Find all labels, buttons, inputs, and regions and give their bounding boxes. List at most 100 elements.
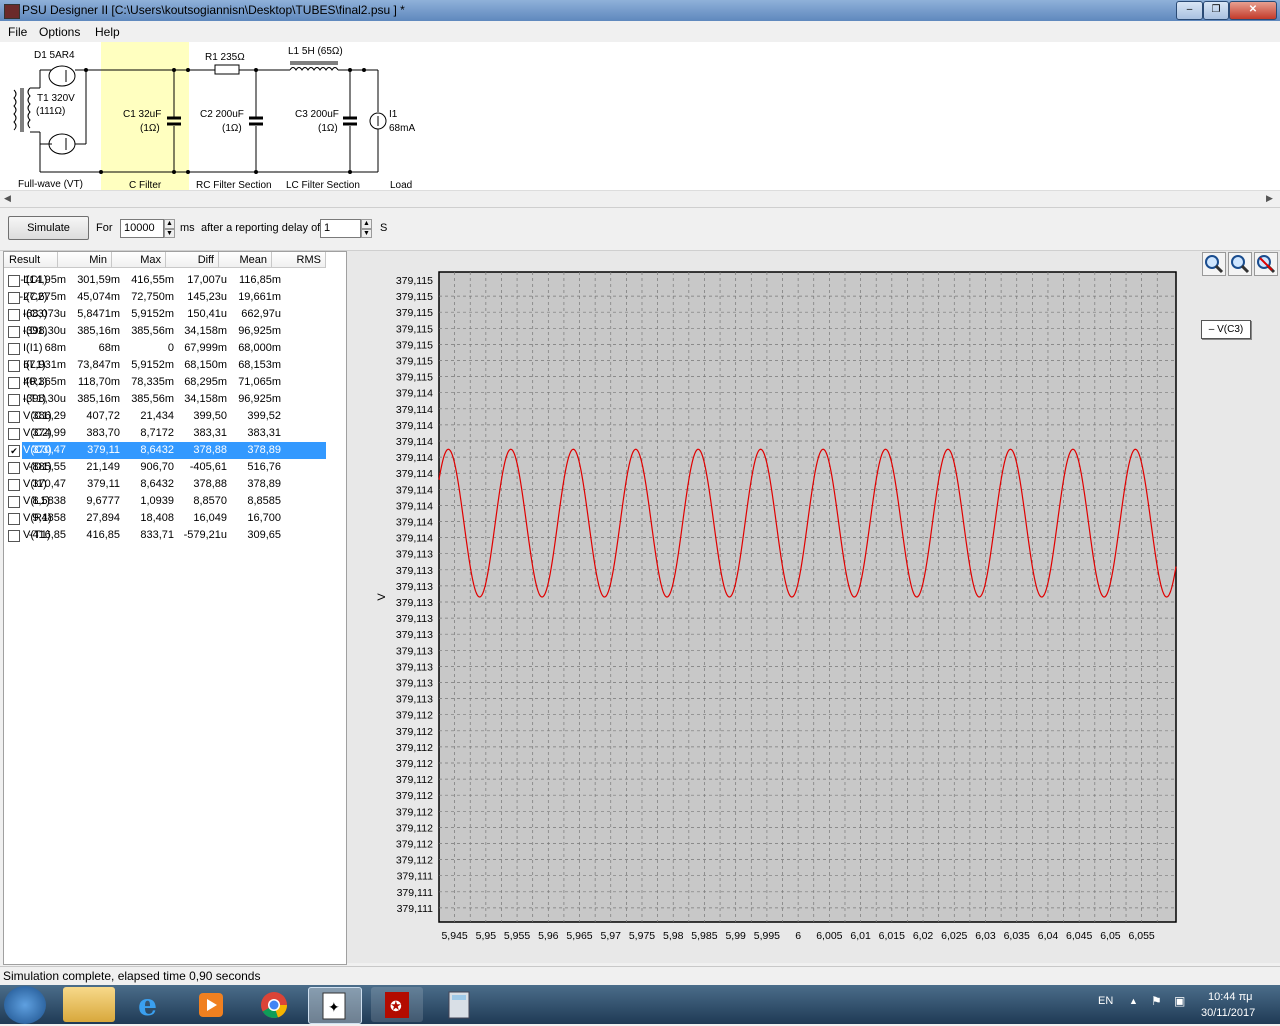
menu-options[interactable]: Options	[39, 25, 80, 39]
result-min: 68m	[44, 342, 66, 354]
y-tick-label: 379,114	[396, 517, 433, 529]
clock-time[interactable]: 10:44 πμ	[1208, 991, 1253, 1003]
t1-label[interactable]: T1 320V	[37, 93, 75, 104]
chart-legend[interactable]: – V(C3)	[1201, 320, 1251, 339]
r1-label[interactable]: R1 235Ω	[205, 52, 245, 63]
start-button[interactable]	[4, 986, 46, 1024]
duration-up-icon[interactable]: ▲	[164, 219, 175, 229]
result-diff: 21,434	[140, 410, 174, 422]
d1-label[interactable]: D1 5AR4	[34, 50, 75, 61]
table-row[interactable]: V(C2) 374,99 383,70 8,7172 383,31 383,31	[4, 425, 324, 442]
table-row[interactable]: I(C1) -114,95m 301,59m 416,55m 17,007u 116,85…	[4, 272, 324, 289]
row-checkbox[interactable]	[8, 513, 20, 525]
table-row[interactable]: V(R1) 9,4858 27,894 18,408 16,049 16,700	[4, 510, 324, 527]
row-checkbox[interactable]	[8, 343, 20, 355]
result-diff: 5,9152m	[131, 308, 174, 320]
calculator-taskbar-icon[interactable]	[433, 987, 485, 1022]
row-checkbox[interactable]	[8, 275, 20, 287]
table-row[interactable]: V(I1) 370,47 379,11 8,6432 378,88 378,89	[4, 476, 324, 493]
row-checkbox[interactable]: ✔	[8, 445, 20, 457]
c1-label[interactable]: C1 32uF	[123, 109, 161, 120]
internet-explorer-taskbar-icon[interactable]: e	[124, 987, 176, 1023]
app-icon[interactable]	[4, 4, 20, 19]
media-player-taskbar-icon[interactable]	[185, 987, 237, 1022]
row-checkbox[interactable]	[8, 411, 20, 423]
result-rms: 116,85m	[239, 274, 281, 286]
plot-panel: 379,115 379,115 379,115 379,115 379,115 379,1…	[347, 251, 1280, 963]
title-bar: PSU Designer II [C:\Users\koutsogiannisn…	[0, 0, 1280, 21]
table-row[interactable]: I(C2) -27,675m 45,074m 72,750m 145,23u 19,661…	[4, 289, 324, 306]
clock-date[interactable]: 30/11/2017	[1201, 1007, 1255, 1019]
col-max[interactable]: Max	[112, 252, 166, 268]
row-checkbox[interactable]	[8, 479, 20, 491]
delay-input[interactable]: 1	[320, 219, 361, 238]
table-row[interactable]: V(L1) 8,5838 9,6777 1,0939 8,8570 8,8585	[4, 493, 324, 510]
result-rms: 399,52	[247, 410, 281, 422]
l1-label[interactable]: L1 5H (65Ω)	[288, 46, 343, 57]
row-checkbox[interactable]	[8, 292, 20, 304]
row-checkbox[interactable]	[8, 462, 20, 474]
zoom-in-icon[interactable]	[1202, 252, 1226, 276]
y-tick-label: 379,115	[396, 323, 433, 335]
simulate-button[interactable]: Simulate	[8, 216, 89, 240]
delay-up-icon[interactable]: ▲	[361, 219, 372, 229]
voltage-chart[interactable]: 379,115 379,115 379,115 379,115 379,115 379,1…	[347, 251, 1280, 963]
zoom-reset-icon[interactable]	[1254, 252, 1278, 276]
network-icon[interactable]: ▣	[1174, 994, 1185, 1008]
scroll-left-icon[interactable]: ◀	[4, 193, 11, 204]
results-table[interactable]: Result Min Max Diff Mean RMS I(C1) -114,9…	[3, 251, 347, 965]
col-mean[interactable]: Mean	[219, 252, 272, 268]
col-result[interactable]: Result	[4, 252, 58, 268]
row-checkbox[interactable]	[8, 428, 20, 440]
row-checkbox[interactable]	[8, 360, 20, 372]
table-row[interactable]: I(D1) -398,30u 385,16m 385,56m 34,158m 96,925…	[4, 323, 324, 340]
explorer-taskbar-icon[interactable]	[63, 987, 115, 1022]
col-rms[interactable]: RMS	[272, 252, 326, 268]
duration-down-icon[interactable]: ▼	[164, 229, 175, 238]
table-row[interactable]: V(D1) -885,55 21,149 906,70 -405,61 516,76	[4, 459, 324, 476]
acrobat-taskbar-icon[interactable]: ✪	[371, 987, 423, 1022]
scroll-right-icon[interactable]: ▶	[1266, 193, 1273, 204]
flag-icon[interactable]: ⚑	[1151, 994, 1162, 1008]
tray-expand-icon[interactable]: ▲	[1129, 996, 1138, 1006]
table-row[interactable]: I(T1) -398,30u 385,16m 385,56m 34,158m 96,925…	[4, 391, 324, 408]
col-min[interactable]: Min	[58, 252, 112, 268]
table-row[interactable]: V(C1) 386,29 407,72 21,434 399,50 399,52	[4, 408, 324, 425]
col-diff[interactable]: Diff	[166, 252, 219, 268]
row-checkbox[interactable]	[8, 394, 20, 406]
row-checkbox[interactable]	[8, 309, 20, 321]
result-min: 386,29	[32, 410, 66, 422]
table-row[interactable]: I(I1) 68m 68m 0 67,999m 68,000m	[4, 340, 324, 357]
row-checkbox[interactable]	[8, 377, 20, 389]
x-tick-label: 6,03	[975, 930, 996, 942]
table-row[interactable]: I(R1) 40,365m 118,70m 78,335m 68,295m 71,065m	[4, 374, 324, 391]
result-max: 45,074m	[77, 291, 120, 303]
x-tick-label: 6,045	[1066, 930, 1092, 942]
table-row[interactable]: I(C3) -68,073u 5,8471m 5,9152m 150,41u 662,97…	[4, 306, 324, 323]
schematic-scrollbar[interactable]	[0, 190, 1280, 207]
result-min: 40,365m	[23, 376, 66, 388]
row-checkbox[interactable]	[8, 326, 20, 338]
table-row[interactable]: ✔ V(C3) 370,47 379,11 8,6432 378,88 378,89	[4, 442, 326, 459]
table-row[interactable]: I(L1) 67,931m 73,847m 5,9152m 68,150m 68,153m	[4, 357, 324, 374]
minimize-button[interactable]: –	[1176, 1, 1203, 20]
i1-label[interactable]: I1	[389, 109, 397, 120]
x-tick-label: 5,95	[476, 930, 497, 942]
y-tick-label: 379,115	[396, 307, 433, 319]
c3-label[interactable]: C3 200uF	[295, 109, 339, 120]
y-tick-label: 379,114	[396, 436, 433, 448]
zoom-out-icon[interactable]	[1228, 252, 1252, 276]
close-button[interactable]: ✕	[1229, 1, 1277, 20]
c2-label[interactable]: C2 200uF	[200, 109, 244, 120]
maximize-button[interactable]: ❐	[1203, 1, 1229, 20]
duration-input[interactable]: 10000	[120, 219, 164, 238]
delay-down-icon[interactable]: ▼	[361, 229, 372, 238]
menu-help[interactable]: Help	[95, 25, 120, 39]
menu-file[interactable]: File	[8, 25, 27, 39]
psu-designer-taskbar-icon[interactable]: ✦	[308, 987, 362, 1024]
row-checkbox[interactable]	[8, 530, 20, 542]
language-indicator[interactable]: EN	[1098, 995, 1113, 1007]
table-row[interactable]: V(T1) -416,85 416,85 833,71 -579,21u 309,65	[4, 527, 324, 544]
row-checkbox[interactable]	[8, 496, 20, 508]
chrome-taskbar-icon[interactable]	[248, 987, 300, 1022]
